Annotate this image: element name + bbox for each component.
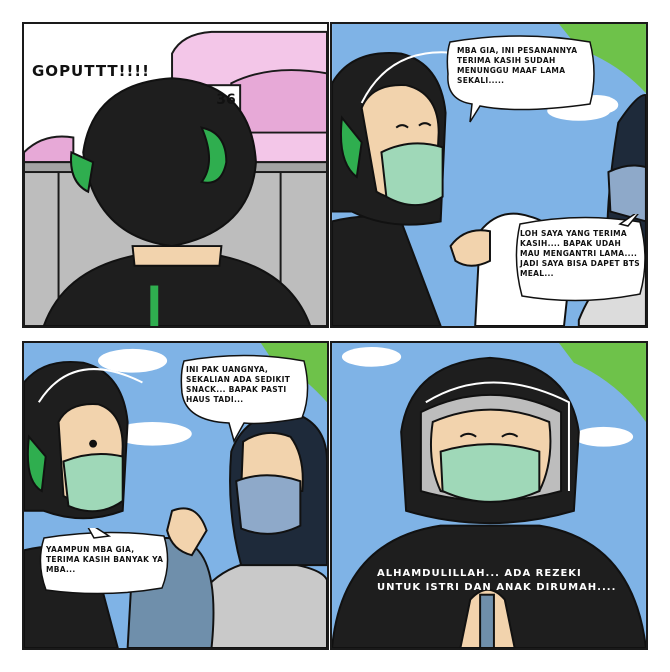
face-mask — [439, 443, 541, 503]
speech-bubble-top-text: MBA GIA, INI PESANANNYA TERIMA KASIH SUD… — [457, 46, 578, 85]
face-mask — [380, 142, 444, 207]
panel-4: ALHAMDULILLAH... ADA REZEKI UNTUK ISTRI … — [330, 341, 648, 650]
face-mask — [62, 452, 124, 513]
panel-4-art — [332, 343, 646, 648]
sound-effect-text: GOPUTTT!!!! — [32, 62, 150, 80]
panel-1: GOPUTTT!!!! 36 — [22, 22, 329, 328]
speech-bubble-bottom-text: YAAMPUN MBA GIA, TERIMA KASIH BANYAK YA … — [46, 545, 164, 574]
house-number: 36 — [216, 92, 236, 108]
panel-2: MBA GIA, INI PESANANNYA TERIMA KASIH SUD… — [330, 22, 648, 328]
narration-caption: ALHAMDULILLAH... ADA REZEKI UNTUK ISTRI … — [377, 568, 617, 593]
speech-bubble-top-text: INI PAK UANGNYA, SEKALIAN ADA SEDIKIT SN… — [186, 365, 291, 404]
panel-3: INI PAK UANGNYA, SEKALIAN ADA SEDIKIT SN… — [22, 341, 329, 650]
speech-bubble-bottom-text: LOH SAYA YANG TERIMA KASIH.... BAPAK UDA… — [520, 229, 640, 278]
